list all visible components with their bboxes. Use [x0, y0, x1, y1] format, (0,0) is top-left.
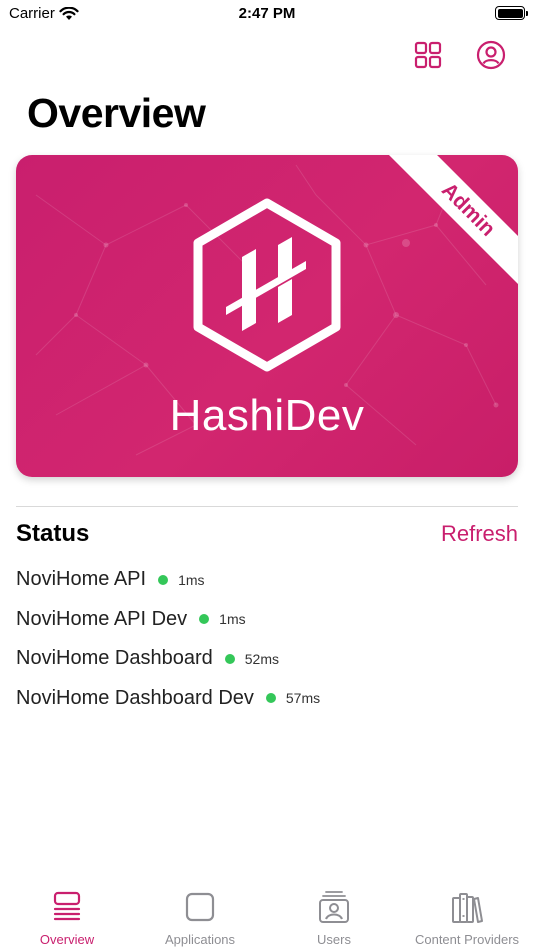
hashidev-logo — [193, 198, 341, 372]
tab-content-providers[interactable]: Content Providers — [400, 890, 534, 947]
grid-icon — [414, 41, 442, 69]
status-row: NoviHome Dashboard 52ms — [16, 639, 518, 679]
refresh-button[interactable]: Refresh — [441, 521, 518, 547]
tab-label: Content Providers — [414, 932, 520, 947]
service-name: NoviHome API Dev — [16, 607, 188, 630]
brand-name-part2: Dev — [284, 391, 365, 440]
tab-overview[interactable]: Overview — [0, 890, 134, 947]
square-icon — [185, 892, 215, 922]
tab-label: Overview — [39, 932, 95, 947]
service-name: NoviHome Dashboard Dev — [16, 686, 254, 709]
profile-icon — [476, 40, 506, 70]
clock: 2:47 PM — [238, 5, 296, 22]
service-name: NoviHome Dashboard — [16, 647, 213, 670]
status-row: NoviHome Dashboard Dev 57ms — [16, 679, 518, 719]
organization-name: HashiDev — [16, 391, 518, 441]
status-list: NoviHome API 1ms NoviHome API Dev 1ms No… — [16, 560, 518, 718]
service-latency: 1ms — [219, 611, 246, 628]
online-indicator — [158, 574, 169, 585]
tab-label: Applications — [164, 932, 236, 947]
users-icon — [319, 891, 349, 923]
grid-button[interactable] — [413, 40, 443, 70]
battery-icon — [495, 6, 528, 20]
divider — [16, 506, 518, 507]
tab-bar: Overview Applications Users Content Prov… — [0, 884, 534, 950]
profile-button[interactable] — [476, 40, 506, 70]
tab-applications[interactable]: Applications — [133, 890, 267, 947]
online-indicator — [199, 614, 210, 625]
service-latency: 57ms — [285, 690, 321, 707]
status-row: NoviHome API Dev 1ms — [16, 600, 518, 640]
online-indicator — [265, 693, 276, 704]
service-name: NoviHome API — [16, 568, 147, 591]
list-icon — [53, 891, 81, 921]
page-title: Overview — [27, 90, 206, 136]
service-latency: 52ms — [244, 650, 279, 667]
organization-card[interactable]: HashiDev Admin — [16, 155, 518, 477]
books-icon — [452, 893, 483, 923]
tab-label: Users — [317, 932, 351, 947]
online-indicator — [224, 653, 235, 664]
tab-users[interactable]: Users — [267, 890, 401, 947]
brand-name-part1: Hashi — [169, 391, 285, 440]
service-latency: 1ms — [178, 571, 205, 588]
status-bar: Carrier 2:47 PM — [0, 0, 534, 30]
status-heading: Status — [16, 520, 90, 547]
status-row: NoviHome API 1ms — [16, 560, 518, 600]
